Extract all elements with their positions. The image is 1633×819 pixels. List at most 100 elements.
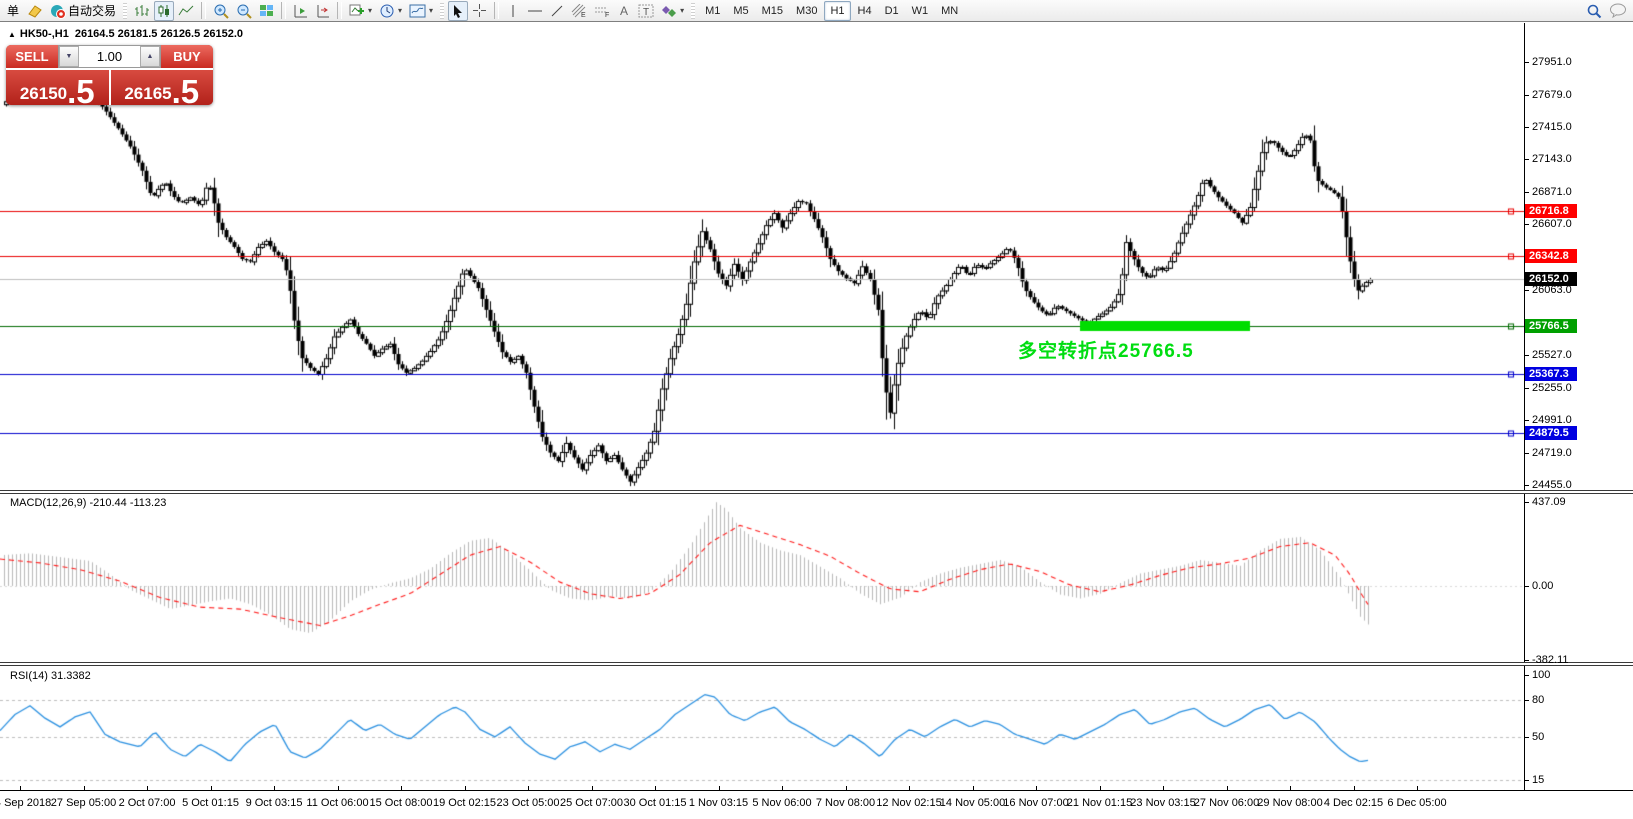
timeframe-m1-button[interactable]: M1 [699, 1, 726, 21]
shapes-button[interactable]: ▾ [658, 1, 687, 21]
candlestick-button[interactable] [154, 0, 175, 21]
text-tool-icon: A [620, 3, 629, 18]
sell-button[interactable]: SELL [6, 45, 58, 68]
time-axis-label: 21 Nov 01:15 [1066, 797, 1133, 809]
chart-shift-icon [315, 4, 330, 18]
symbol-period-label: HK50-,H1 [19, 28, 69, 40]
price-axis-label: 24455.0 [1532, 478, 1572, 491]
templates-button[interactable]: ▾ [406, 1, 436, 21]
autotrade-button[interactable]: 自动交易 [47, 1, 119, 21]
time-axis-label: 7 Nov 08:00 [815, 797, 876, 809]
sell-price-button[interactable]: 26150 .5 [6, 70, 111, 105]
crosshair-button[interactable] [469, 1, 490, 21]
periods-button[interactable]: ▾ [376, 1, 405, 21]
zoom-in-button[interactable] [210, 1, 232, 21]
toolbar-separator [494, 2, 500, 19]
svg-text:E: E [581, 12, 586, 18]
time-axis-label: 14 Nov 05:00 [939, 797, 1006, 809]
volume-decrease-button[interactable]: ▼ [59, 46, 79, 67]
rsi-indicator-label: RSI(14) 31.3382 [10, 670, 91, 682]
time-axis-label: 9 Oct 03:15 [245, 797, 303, 809]
indicators-button[interactable]: ▾ [346, 1, 375, 21]
one-click-trading-panel: SELL ▼ 1.00 ▲ BUY 26150 .5 26165 .5 [6, 45, 213, 105]
timeframe-m5-button[interactable]: M5 [727, 1, 754, 21]
macd-indicator-canvas[interactable] [0, 494, 1524, 662]
tile-windows-button[interactable] [256, 1, 277, 21]
vertical-line-icon [508, 4, 518, 18]
time-axis-label: 6 Dec 05:00 [1387, 797, 1447, 809]
chart-shift-button[interactable] [312, 1, 333, 21]
macd-axis-label: 437.09 [1532, 495, 1566, 508]
time-axis-label: 25 Oct 07:00 [560, 797, 623, 809]
chat-button[interactable] [1606, 1, 1630, 21]
price-axis-label: 26063.0 [1532, 284, 1572, 297]
buy-price-main: 26165 [124, 84, 172, 103]
chevron-down-icon[interactable]: ▾ [368, 6, 372, 15]
time-axis-label: 16 Nov 07:00 [1003, 797, 1069, 809]
timeframe-h1-button[interactable]: H1 [824, 0, 851, 21]
toolbar-separator [281, 2, 287, 19]
chart-collapse-icon[interactable]: ▲ [8, 30, 16, 39]
autotrade-icon [50, 3, 66, 19]
pane-divider-main-macd[interactable] [0, 490, 1633, 494]
rsi-axis-label: 80 [1532, 693, 1545, 706]
zoom-out-button[interactable] [233, 1, 255, 21]
time-axis-label: 19 Oct 02:15 [433, 797, 496, 809]
cursor-icon [452, 4, 464, 18]
timeframe-w1-button[interactable]: W1 [906, 1, 935, 21]
timeframe-h4-button[interactable]: H4 [852, 1, 878, 21]
buy-price-button[interactable]: 26165 .5 [110, 70, 213, 105]
toolbar-grip [123, 2, 128, 19]
time-axis-label: 2 Oct 07:00 [118, 797, 176, 809]
toolbar-grip [440, 2, 445, 19]
volume-increase-button[interactable]: ▲ [140, 46, 160, 67]
price-chart-canvas[interactable] [0, 23, 1524, 490]
buy-button[interactable]: BUY [161, 45, 213, 68]
price-level-badge: 26152.0 [1525, 272, 1577, 287]
volume-input[interactable]: 1.00 [79, 46, 140, 67]
line-chart-button[interactable] [175, 1, 197, 21]
timeframe-d1-button[interactable]: D1 [879, 1, 905, 21]
auto-scroll-button[interactable] [290, 1, 311, 21]
price-axis-label: 27143.0 [1532, 153, 1572, 166]
horizontal-line-button[interactable] [524, 1, 546, 21]
indicators-icon [349, 3, 365, 18]
notebook-icon [27, 4, 43, 18]
svg-text:T: T [643, 7, 649, 18]
chevron-down-icon[interactable]: ▾ [680, 6, 684, 15]
main-toolbar: 单 自动交易 ▾ ▾ ▾ E F A T ▾ M1 M5 M15 M30 H1 … [0, 0, 1633, 22]
fibonacci-icon: E [571, 3, 587, 18]
label-tool-button[interactable]: T [635, 1, 657, 21]
rsi-indicator-canvas[interactable] [0, 666, 1524, 789]
text-tool-button[interactable]: A [614, 1, 634, 21]
rsi-axis-label: 15 [1532, 774, 1545, 787]
bar-chart-button[interactable] [131, 1, 153, 21]
pivot-annotation-text[interactable]: 多空转折点25766.5 [1018, 336, 1194, 363]
cursor-button[interactable] [448, 0, 469, 21]
time-axis-label: 23 Nov 03:15 [1130, 797, 1196, 809]
channel-button[interactable]: F [591, 1, 613, 21]
price-axis-label: 27951.0 [1532, 55, 1572, 68]
trendline-button[interactable] [547, 1, 567, 21]
tile-windows-icon [259, 4, 274, 17]
notebook-button[interactable] [24, 1, 46, 21]
price-axis-label: 27679.0 [1532, 88, 1572, 101]
search-button[interactable] [1583, 1, 1605, 21]
timeframe-toolbar: M1 M5 M15 M30 H1 H4 D1 W1 MN [699, 0, 964, 21]
time-axis-label: 11 Oct 06:00 [306, 797, 369, 809]
timeframe-mn-button[interactable]: MN [935, 1, 964, 21]
time-axis-label: 12 Nov 02:15 [876, 797, 942, 809]
pane-divider-macd-rsi[interactable] [0, 662, 1633, 666]
chevron-down-icon[interactable]: ▾ [398, 6, 402, 15]
fibonacci-button[interactable]: E [568, 1, 590, 21]
timeframe-m30-button[interactable]: M30 [790, 1, 823, 21]
vertical-line-button[interactable] [503, 1, 523, 21]
template-icon [409, 4, 426, 18]
toolbar-separator [337, 2, 343, 19]
toolbar-separator [201, 2, 207, 19]
chevron-down-icon[interactable]: ▾ [429, 6, 433, 15]
timeframe-m15-button[interactable]: M15 [756, 1, 789, 21]
price-level-badge: 26342.8 [1525, 249, 1577, 264]
new-order-button[interactable]: 单 [3, 1, 23, 21]
channel-icon: F [594, 4, 610, 18]
